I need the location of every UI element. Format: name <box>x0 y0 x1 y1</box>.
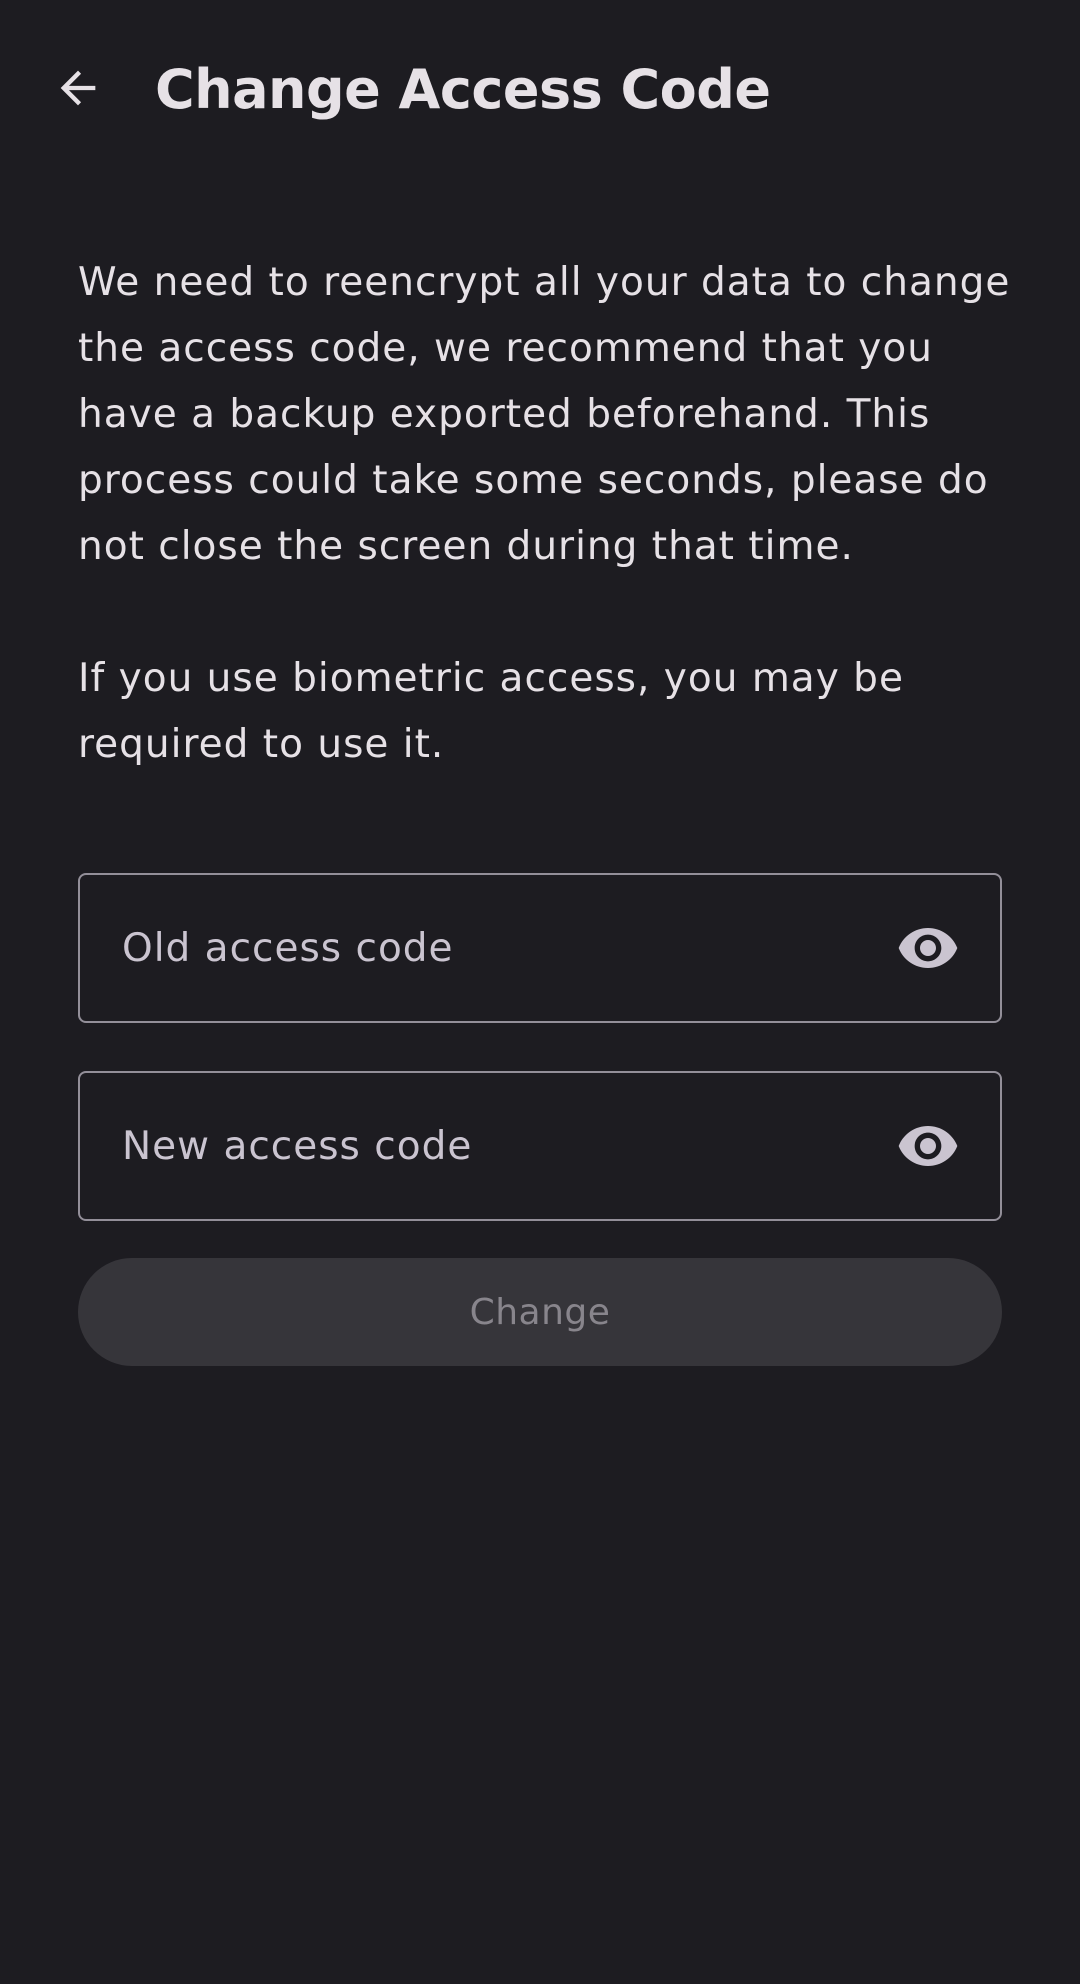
change-button[interactable]: Change <box>78 1258 1002 1366</box>
description-section: We need to reencrypt all your data to ch… <box>78 250 1018 778</box>
eye-icon <box>898 1126 958 1166</box>
new-code-visibility-toggle[interactable] <box>878 1096 978 1196</box>
eye-icon <box>898 928 958 968</box>
arrow-back-icon <box>60 70 96 106</box>
app-bar: Change Access Code <box>0 0 1080 180</box>
biometric-note-text: If you use biometric access, you may be … <box>78 656 904 767</box>
back-button[interactable] <box>30 40 126 136</box>
old-access-code-field <box>78 873 1002 1023</box>
new-access-code-input[interactable] <box>80 1073 878 1219</box>
old-code-visibility-toggle[interactable] <box>878 898 978 998</box>
old-access-code-input[interactable] <box>80 875 878 1021</box>
reencrypt-warning-text: We need to reencrypt all your data to ch… <box>78 260 1011 569</box>
new-access-code-field <box>78 1071 1002 1221</box>
page-title: Change Access Code <box>155 58 771 121</box>
